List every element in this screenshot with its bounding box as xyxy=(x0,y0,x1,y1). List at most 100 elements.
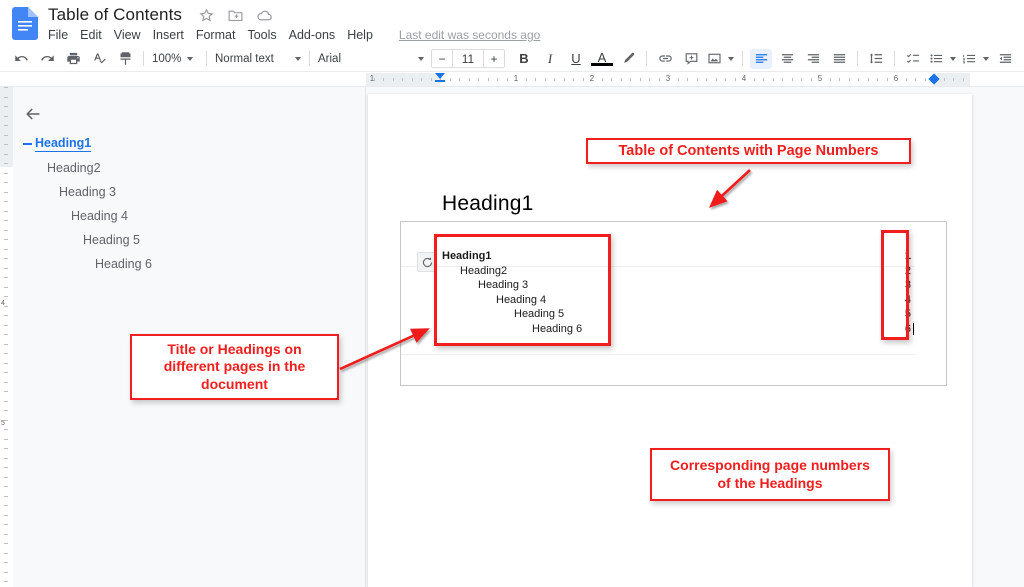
ruler-tick xyxy=(478,78,479,81)
menu-view[interactable]: View xyxy=(108,28,147,42)
ruler-tick xyxy=(4,381,8,383)
ruler-tick xyxy=(4,248,8,250)
align-center-icon[interactable] xyxy=(776,49,798,69)
menu-add-ons[interactable]: Add-ons xyxy=(283,28,342,42)
chevron-down-icon xyxy=(187,56,194,61)
ruler-tick xyxy=(4,324,8,326)
ruler-tick xyxy=(905,78,907,81)
ruler-tick xyxy=(782,78,783,81)
menu-tools[interactable]: Tools xyxy=(241,28,282,42)
increase-indent-icon[interactable] xyxy=(1020,49,1024,69)
menu-file[interactable]: File xyxy=(48,28,74,42)
print-icon[interactable] xyxy=(62,49,84,69)
ruler-number: 2 xyxy=(589,74,595,83)
ruler-tick xyxy=(4,286,8,288)
ruler-tick xyxy=(4,296,8,297)
outline-item-list: Heading1 Heading2 Heading 3 Heading 4 Headin… xyxy=(13,132,366,276)
font-size-input[interactable]: 11 xyxy=(453,49,483,68)
ruler-tick xyxy=(4,115,8,117)
ruler-tick xyxy=(4,372,8,373)
left-indent-bar[interactable] xyxy=(435,80,445,82)
ruler-tick xyxy=(4,457,8,459)
spellcheck-icon[interactable] xyxy=(88,49,110,69)
chevron-down-icon xyxy=(295,56,301,61)
ruler-tick xyxy=(4,201,8,202)
insert-link-icon[interactable] xyxy=(654,49,676,69)
zoom-level-value: 100% xyxy=(152,52,182,65)
ruler-tick xyxy=(753,78,755,81)
font-size-increase-button[interactable]: + xyxy=(483,49,505,68)
cloud-status-icon[interactable] xyxy=(256,7,273,24)
ruler-tick xyxy=(430,78,432,81)
ruler-tick xyxy=(4,400,8,402)
bold-button[interactable]: B xyxy=(513,49,535,69)
outline-item-heading-6[interactable]: Heading 6 xyxy=(13,252,366,276)
font-family-dropdown[interactable]: Arial xyxy=(315,49,427,69)
menu-help[interactable]: Help xyxy=(341,28,379,42)
ruler-tick xyxy=(383,78,384,81)
underline-button[interactable]: U xyxy=(565,49,587,69)
decrease-indent-icon[interactable] xyxy=(994,49,1016,69)
text-color-button[interactable]: A xyxy=(591,49,613,69)
ruler-tick xyxy=(563,78,565,81)
horizontal-ruler-track[interactable]: 1 2 3 4 5 6 1 xyxy=(366,73,970,86)
move-to-folder-icon[interactable] xyxy=(227,7,244,24)
vertical-ruler[interactable]: 45 xyxy=(0,87,13,587)
star-icon[interactable] xyxy=(198,7,215,24)
ruler-tick xyxy=(392,78,394,81)
ruler-tick xyxy=(772,78,774,81)
outline-item-heading2[interactable]: Heading2 xyxy=(13,156,366,180)
document-heading-1[interactable]: Heading1 xyxy=(442,192,534,216)
ruler-tick xyxy=(601,78,603,81)
ruler-tick xyxy=(649,78,650,81)
checklist-icon[interactable] xyxy=(902,49,924,69)
align-right-icon[interactable] xyxy=(802,49,824,69)
paragraph-style-dropdown[interactable]: Normal text xyxy=(212,49,304,69)
horizontal-ruler[interactable]: 1 2 3 4 5 6 1 xyxy=(0,73,1024,87)
ruler-tick xyxy=(4,581,8,582)
chevron-down-icon xyxy=(950,56,956,61)
ruler-tick xyxy=(706,78,707,81)
ruler-tick xyxy=(525,78,527,81)
outline-item-heading-5[interactable]: Heading 5 xyxy=(13,228,366,252)
bulleted-list-icon[interactable] xyxy=(926,49,959,69)
ruler-tick xyxy=(4,524,8,525)
toolbar-divider xyxy=(309,51,310,66)
ruler-tick xyxy=(4,277,8,278)
highlight-pen-icon[interactable] xyxy=(617,49,639,69)
undo-icon[interactable] xyxy=(10,49,32,69)
paint-format-icon[interactable] xyxy=(114,49,136,69)
zoom-level-dropdown[interactable]: 100% xyxy=(149,49,201,69)
title-icon-group xyxy=(198,7,273,24)
ruler-tick xyxy=(829,78,831,81)
line-spacing-icon[interactable] xyxy=(865,49,887,69)
last-edit-status[interactable]: Last edit was seconds ago xyxy=(399,28,540,42)
left-indent-marker[interactable] xyxy=(435,73,445,79)
page-title[interactable]: Table of Contents xyxy=(48,5,182,25)
callout-toc-with-page-numbers: Table of Contents with Page Numbers xyxy=(586,138,911,164)
ruler-tick xyxy=(411,78,413,81)
ruler-tick xyxy=(943,78,945,81)
outline-item-heading-4[interactable]: Heading 4 xyxy=(13,204,366,228)
redo-icon[interactable] xyxy=(36,49,58,69)
menu-format[interactable]: Format xyxy=(190,28,242,42)
insert-image-icon[interactable] xyxy=(704,49,737,69)
add-comment-icon[interactable] xyxy=(680,49,702,69)
outline-item-heading-3[interactable]: Heading 3 xyxy=(13,180,366,204)
outline-item-heading1[interactable]: Heading1 xyxy=(13,132,366,156)
italic-button[interactable]: I xyxy=(539,49,561,69)
back-arrow-icon[interactable] xyxy=(20,101,46,127)
ruler-tick xyxy=(725,78,726,81)
numbered-list-icon[interactable] xyxy=(959,49,992,69)
ruler-tick xyxy=(4,476,8,478)
menu-edit[interactable]: Edit xyxy=(74,28,108,42)
highlight-box-page-numbers xyxy=(881,230,909,340)
ruler-tick xyxy=(4,144,8,145)
align-justify-icon[interactable] xyxy=(828,49,850,69)
font-size-decrease-button[interactable]: − xyxy=(431,49,453,68)
menu-insert[interactable]: Insert xyxy=(147,28,190,42)
ruler-number: 1 xyxy=(513,74,519,83)
align-left-icon[interactable] xyxy=(750,48,772,69)
ruler-tick xyxy=(4,258,8,259)
ruler-tick xyxy=(4,239,8,240)
